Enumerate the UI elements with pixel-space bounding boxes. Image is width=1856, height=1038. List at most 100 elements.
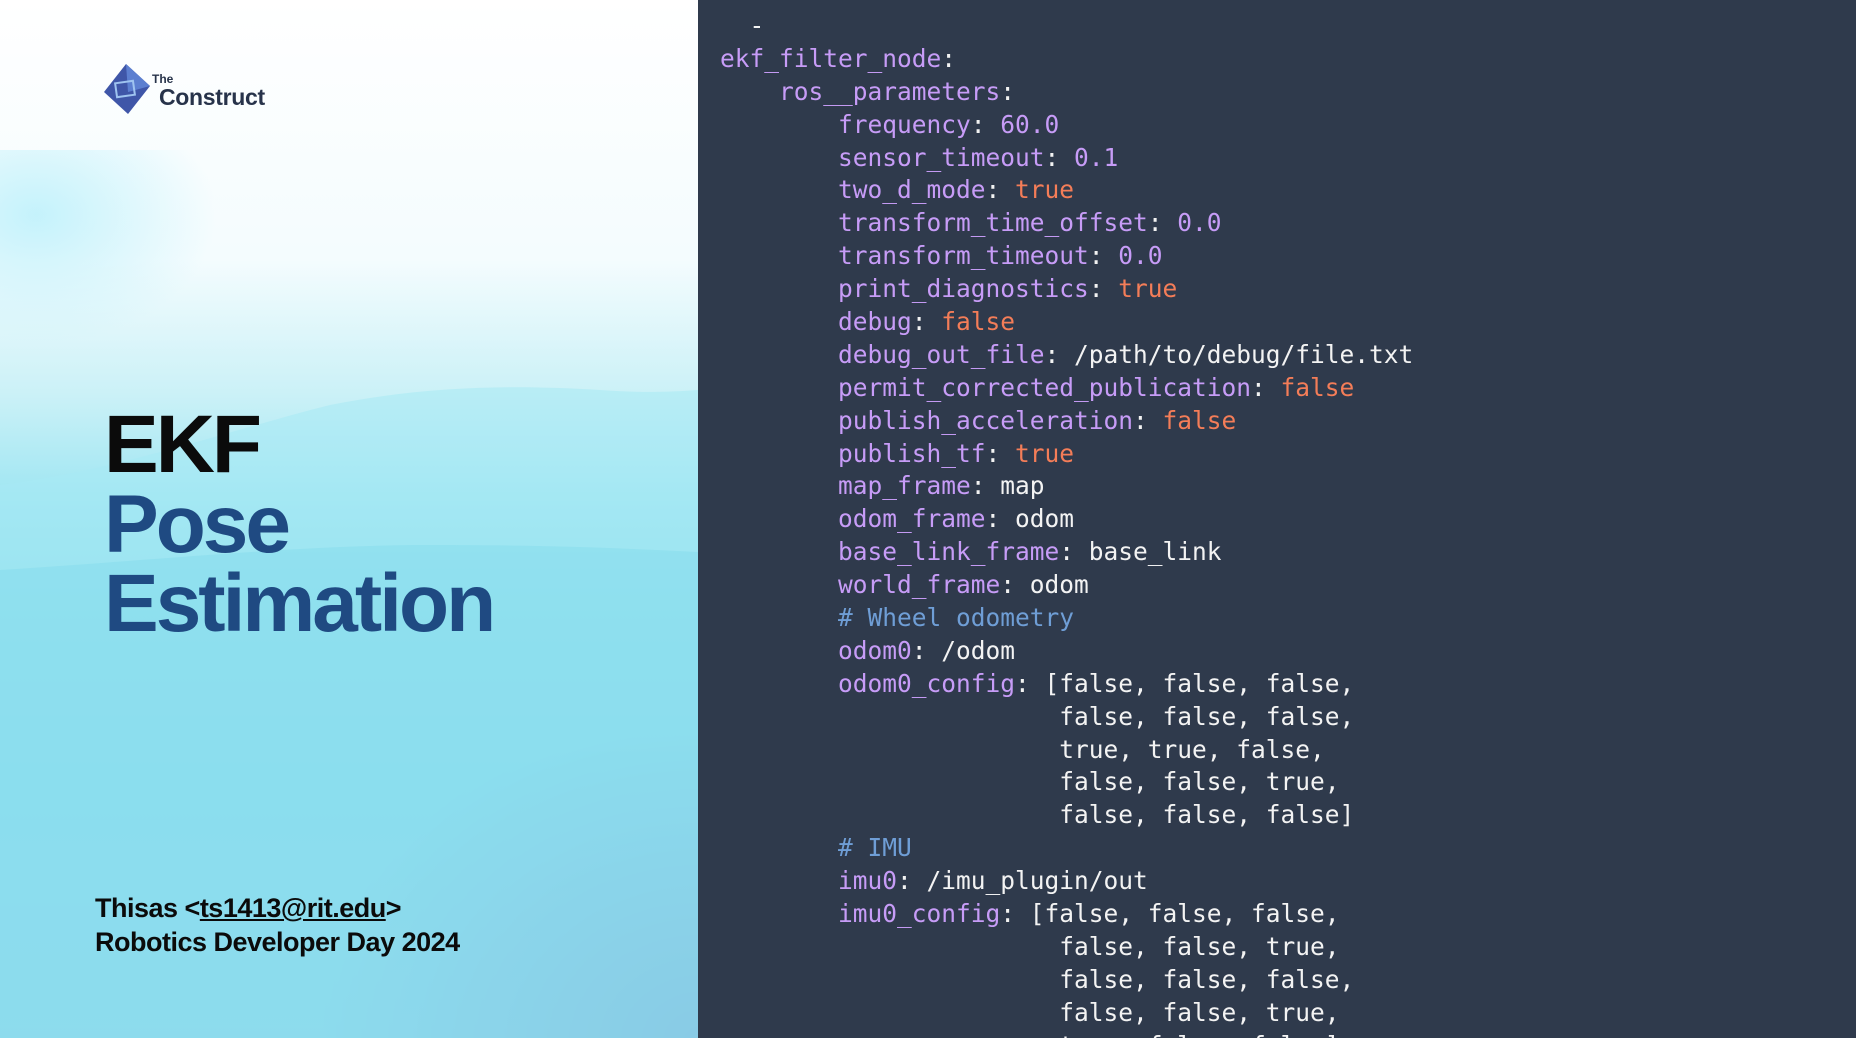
code-line: odom0: /odom	[720, 635, 1413, 668]
code-token: :	[911, 635, 942, 665]
code-token: :	[970, 109, 1001, 139]
code-token: transform_time_offset	[720, 208, 1148, 238]
code-token: 0.0	[1118, 241, 1163, 271]
code-token: true, false, false]	[720, 1031, 1339, 1038]
code-token: debug	[720, 307, 912, 337]
code-token: map_frame	[720, 471, 971, 501]
construct-logo-icon	[104, 64, 150, 114]
code-token: imu0	[720, 866, 898, 896]
title-line-2: Pose	[104, 479, 291, 570]
code-token: :	[897, 866, 927, 896]
code-token: false, false, true,	[720, 931, 1340, 961]
code-token: :	[1088, 274, 1119, 304]
code-token: /odom	[941, 635, 1016, 665]
code-line: transform_timeout: 0.0	[720, 240, 1413, 273]
code-token: false, false, false,	[720, 964, 1355, 994]
code-token: print_diagnostics	[720, 274, 1089, 304]
code-token: base_link_frame	[720, 537, 1060, 567]
code-line: false, false, true,	[720, 766, 1413, 799]
code-line: false, false, true,	[720, 997, 1413, 1030]
code-token: world_frame	[720, 570, 1001, 600]
code-line: -	[720, 10, 1413, 43]
code-line: debug_out_file: /path/to/debug/file.txt	[720, 339, 1413, 372]
code-token: base_link	[1088, 537, 1222, 567]
code-token: false	[941, 307, 1016, 337]
code-line: sensor_timeout: 0.1	[720, 142, 1413, 175]
code-token: publish_acceleration	[720, 405, 1134, 435]
code-token: true	[1015, 438, 1075, 468]
code-panel: - ekf_filter_node: ros__parameters: frequ…	[698, 0, 1856, 1038]
code-token: publish_tf	[720, 438, 986, 468]
code-token: :	[1044, 142, 1075, 172]
code-token: 0.1	[1074, 142, 1119, 172]
code-token: :	[1251, 372, 1281, 402]
author-line: Thisas <ts1413@rit.edu>	[95, 893, 402, 924]
code-token: /imu_plugin/out	[926, 866, 1148, 896]
code-token: :	[1088, 241, 1119, 271]
code-line: publish_tf: true	[720, 438, 1413, 471]
logo-text-big: Construct	[159, 84, 265, 110]
event-name: Robotics Developer Day 2024	[95, 927, 460, 957]
code-token: false	[1162, 405, 1237, 435]
code-token: false, false, true,	[720, 997, 1340, 1027]
code-token: false	[1280, 372, 1355, 402]
code-token: :	[911, 307, 942, 337]
code-token: :	[1147, 208, 1178, 238]
code-token: debug_out_file	[720, 339, 1045, 369]
code-line: two_d_mode: true	[720, 174, 1413, 207]
code-line: true, false, false]	[720, 1030, 1413, 1038]
code-token: :	[1044, 339, 1075, 369]
code-line: permit_corrected_publication: false	[720, 372, 1413, 405]
code-token: false, false, true,	[720, 767, 1340, 797]
code-token: true	[1118, 274, 1178, 304]
code-token: sensor_timeout	[720, 142, 1045, 172]
code-token: :	[985, 438, 1016, 468]
code-token: odom_frame	[720, 504, 986, 534]
code-line: frequency: 60.0	[720, 109, 1413, 142]
code-line: true, true, false,	[720, 734, 1413, 767]
code-line: false, false, false,	[720, 701, 1413, 734]
code-token: # IMU	[720, 833, 912, 863]
title-panel: The Construct EKF Pose Estimation Thisas…	[0, 0, 698, 1038]
code-token: odom0	[720, 635, 912, 665]
code-line: ekf_filter_node:	[720, 43, 1413, 76]
code-token: :	[1000, 76, 1016, 106]
title-line-3: Estimation	[104, 558, 496, 649]
code-line: # IMU	[720, 832, 1413, 865]
code-line: false, false, true,	[720, 931, 1413, 964]
code-token: 60.0	[1000, 109, 1060, 139]
code-line: odom0_config: [false, false, false,	[720, 668, 1413, 701]
code-token: odom	[1029, 570, 1089, 600]
code-token: odom	[1015, 504, 1075, 534]
code-line: map_frame: map	[720, 470, 1413, 503]
code-token: 0.0	[1177, 208, 1222, 238]
code-token: -	[720, 11, 765, 40]
code-line: world_frame: odom	[720, 569, 1413, 602]
code-token: :	[1059, 537, 1089, 567]
title-line-1: EKF	[104, 399, 262, 490]
code-token: true	[1015, 175, 1075, 205]
code-token: :	[941, 43, 957, 73]
code-token: transform_timeout	[720, 241, 1089, 271]
code-line: debug: false	[720, 306, 1413, 339]
code-line: imu0: /imu_plugin/out	[720, 865, 1413, 898]
code-token: : [false, false, false,	[1015, 668, 1355, 698]
code-token: true, true, false,	[720, 734, 1325, 764]
code-token: :	[970, 471, 1001, 501]
code-line: # Wheel odometry	[720, 602, 1413, 635]
code-token: /path/to/debug/file.txt	[1074, 339, 1414, 369]
author-email-link[interactable]: ts1413@rit.edu	[200, 893, 386, 923]
code-token: odom0_config	[720, 668, 1016, 698]
code-token: permit_corrected_publication	[720, 372, 1252, 402]
code-token: # Wheel odometry	[720, 603, 1075, 633]
code-token: ros__parameters	[720, 76, 1001, 106]
code-line: publish_acceleration: false	[720, 405, 1413, 438]
code-token: :	[985, 504, 1016, 534]
code-token: ekf_filter_node	[720, 43, 942, 73]
code-line: transform_time_offset: 0.0	[720, 207, 1413, 240]
yaml-code-block: - ekf_filter_node: ros__parameters: frequ…	[720, 10, 1413, 1038]
code-token: : [false, false, false,	[1000, 899, 1340, 929]
code-line: base_link_frame: base_link	[720, 536, 1413, 569]
code-line: odom_frame: odom	[720, 503, 1413, 536]
code-token: :	[1133, 405, 1163, 435]
